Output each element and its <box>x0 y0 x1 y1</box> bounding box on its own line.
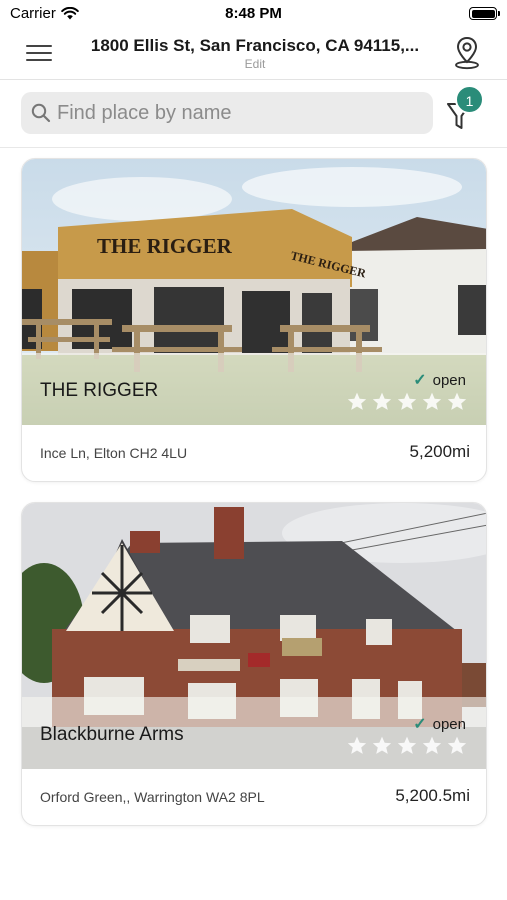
place-address: Ince Ln, Elton CH2 4LU <box>40 445 188 461</box>
place-name: THE RIGGER <box>40 380 159 401</box>
place-name: Blackburne Arms <box>40 724 184 745</box>
filter-count-badge: 1 <box>455 85 484 114</box>
clock: 8:48 PM <box>225 5 282 22</box>
star-icon <box>397 736 417 754</box>
status-bar: Carrier 8:48 PM <box>0 0 507 28</box>
status-label: open <box>432 371 466 389</box>
open-status: ✓ open <box>413 714 466 734</box>
status-label: open <box>432 715 466 733</box>
location-pin-icon[interactable] <box>452 36 482 70</box>
sign-text: THE RIGGER <box>97 234 233 258</box>
place-distance: 5,200mi <box>409 442 470 461</box>
star-icon <box>397 392 417 410</box>
star-icon <box>447 736 467 754</box>
star-icon <box>422 736 442 754</box>
hamburger-icon[interactable] <box>26 42 52 64</box>
open-status: ✓ open <box>413 370 466 390</box>
address-title[interactable]: 1800 Ellis St, San Francisco, CA 94115,.… <box>70 36 440 56</box>
place-address: Orford Green,, Warrington WA2 8PL <box>40 789 265 805</box>
star-icon <box>347 392 367 410</box>
rating-stars <box>346 735 468 757</box>
star-icon <box>372 392 392 410</box>
card-footer: Ince Ln, Elton CH2 4LU 5,200mi <box>22 425 486 481</box>
search-row <box>0 80 507 148</box>
nav-bar: 1800 Ellis St, San Francisco, CA 94115,.… <box>0 28 507 80</box>
battery-icon <box>469 7 500 20</box>
edit-address-link[interactable]: Edit <box>70 57 440 71</box>
place-card[interactable]: THE RIGGER THE RIGGER THE RIGGER ✓ open <box>21 158 487 482</box>
rating-stars <box>346 391 468 413</box>
search-input[interactable] <box>57 92 427 134</box>
search-box[interactable] <box>21 92 433 134</box>
star-icon <box>422 392 442 410</box>
star-icon <box>347 736 367 754</box>
place-distance: 5,200.5mi <box>395 786 470 805</box>
star-icon <box>372 736 392 754</box>
star-icon <box>447 392 467 410</box>
place-card[interactable]: Blackburne Arms ✓ open Orford Green,, Wa… <box>21 502 487 826</box>
check-icon: ✓ <box>413 716 427 733</box>
search-icon <box>31 103 51 123</box>
check-icon: ✓ <box>413 372 427 389</box>
card-footer: Orford Green,, Warrington WA2 8PL 5,200.… <box>22 769 486 825</box>
